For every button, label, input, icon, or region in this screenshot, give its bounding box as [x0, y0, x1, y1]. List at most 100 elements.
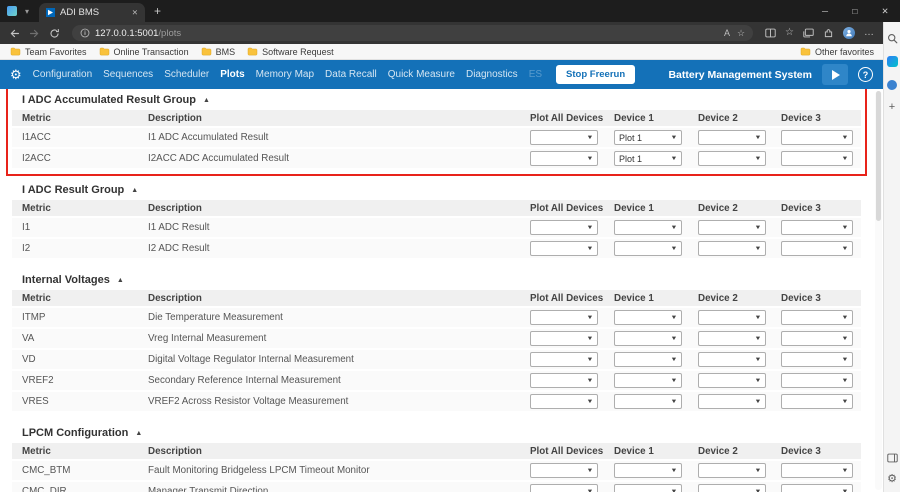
device-1-select[interactable]: ▼ [614, 484, 682, 492]
stop-freerun-button[interactable]: Stop Freerun [556, 65, 635, 84]
table-row: ITMPDie Temperature Measurement▼▼▼▼ [12, 308, 861, 329]
split-screen-icon[interactable] [765, 28, 776, 38]
bookmark-item[interactable]: Team Favorites [4, 44, 93, 59]
url-field[interactable]: 127.0.0.1:5001/plots A ☆ [72, 25, 753, 41]
device-2-select[interactable]: ▼ [698, 130, 766, 145]
other-favorites[interactable]: Other favorites [800, 47, 879, 57]
device-1-select[interactable]: Plot 1▼ [614, 151, 682, 166]
workspaces-icon[interactable] [7, 6, 17, 16]
run-play-button[interactable] [822, 64, 848, 85]
plot-all-devices-select[interactable]: ▼ [530, 151, 598, 166]
search-icon[interactable] [886, 32, 899, 45]
device-2-select[interactable]: ▼ [698, 310, 766, 325]
bookmark-item[interactable]: BMS [195, 44, 242, 59]
plot-all-devices-select[interactable]: ▼ [530, 484, 598, 492]
nav-item-data-recall[interactable]: Data Recall [325, 69, 377, 80]
forward-icon[interactable] [29, 28, 40, 39]
nav-item-sequences[interactable]: Sequences [103, 69, 153, 80]
device-3-select[interactable]: ▼ [781, 394, 853, 409]
collections-icon[interactable] [803, 28, 814, 38]
device-3-select[interactable]: ▼ [781, 220, 853, 235]
bookmark-item[interactable]: Software Request [241, 44, 340, 59]
plot-all-devices-select[interactable]: ▼ [530, 130, 598, 145]
device-2-select[interactable]: ▼ [698, 373, 766, 388]
tab-actions-caret-icon[interactable]: ▾ [25, 7, 29, 16]
bookmark-item[interactable]: Online Transaction [93, 44, 195, 59]
browser-tab[interactable]: ADI BMS ✕ [39, 3, 145, 22]
nav-item-configuration[interactable]: Configuration [33, 69, 92, 80]
extensions-puzzle-icon[interactable] [823, 28, 834, 39]
nav-item-es[interactable]: ES [529, 69, 542, 80]
more-menu-icon[interactable]: … [864, 28, 874, 38]
sidebar-app-icon[interactable] [886, 78, 899, 91]
device-2-select[interactable]: ▼ [698, 331, 766, 346]
device-2-select[interactable]: ▼ [698, 151, 766, 166]
plot-all-devices-select[interactable]: ▼ [530, 373, 598, 388]
device-3-select[interactable]: ▼ [781, 463, 853, 478]
device-3-select[interactable]: ▼ [781, 373, 853, 388]
group-header[interactable]: LPCM Configuration▲ [12, 425, 861, 443]
nav-item-memory-map[interactable]: Memory Map [256, 69, 314, 80]
device-3-select[interactable]: ▼ [781, 331, 853, 346]
site-info-icon[interactable] [80, 28, 90, 38]
device-1-select[interactable]: ▼ [614, 331, 682, 346]
plot-all-devices-select[interactable]: ▼ [530, 463, 598, 478]
plot-all-devices-select[interactable]: ▼ [530, 241, 598, 256]
nav-item-plots[interactable]: Plots [220, 69, 244, 80]
sidebar-panel-icon[interactable] [886, 451, 899, 464]
plot-all-devices-select[interactable]: ▼ [530, 220, 598, 235]
device-1-select[interactable]: Plot 1▼ [614, 130, 682, 145]
device-2-select[interactable]: ▼ [698, 220, 766, 235]
tab-close-icon[interactable]: ✕ [132, 8, 138, 17]
add-icon[interactable]: + [886, 101, 899, 114]
table-row: VAVreg Internal Measurement▼▼▼▼ [12, 329, 861, 350]
favorites-star-icon[interactable]: ☆ [785, 28, 794, 38]
sidebar-settings-gear-icon[interactable]: ⚙ [886, 473, 899, 486]
group-header[interactable]: I ADC Accumulated Result Group▲ [12, 92, 861, 110]
copilot-icon[interactable] [886, 55, 899, 68]
device-3-select[interactable]: ▼ [781, 241, 853, 256]
nav-item-scheduler[interactable]: Scheduler [164, 69, 209, 80]
device-2-select[interactable]: ▼ [698, 241, 766, 256]
scrollbar-thumb[interactable] [876, 91, 881, 221]
close-button[interactable]: ✕ [870, 0, 900, 22]
column-header: Device 2 [696, 203, 779, 214]
group-header[interactable]: I ADC Result Group▲ [12, 182, 861, 200]
add-favorite-star-icon[interactable]: ☆ [737, 28, 745, 39]
new-tab-button[interactable]: + [154, 4, 161, 18]
device-3-select[interactable]: ▼ [781, 151, 853, 166]
device-1-select[interactable]: ▼ [614, 463, 682, 478]
read-aloud-icon[interactable]: A [724, 28, 730, 38]
device-2-select[interactable]: ▼ [698, 352, 766, 367]
device-2-select[interactable]: ▼ [698, 484, 766, 492]
settings-gear-icon[interactable]: ⚙ [10, 68, 22, 81]
plot-all-devices-select[interactable]: ▼ [530, 310, 598, 325]
group-header[interactable]: Internal Voltages▲ [12, 272, 861, 290]
minimize-button[interactable]: ─ [810, 0, 840, 22]
back-icon[interactable] [9, 28, 20, 39]
group-title: LPCM Configuration [22, 427, 128, 439]
page-scrollbar[interactable] [875, 91, 882, 490]
plot-all-devices-select[interactable]: ▼ [530, 331, 598, 346]
device-2-select[interactable]: ▼ [698, 394, 766, 409]
plot-all-devices-select[interactable]: ▼ [530, 352, 598, 367]
device-1-select[interactable]: ▼ [614, 394, 682, 409]
maximize-button[interactable]: □ [840, 0, 870, 22]
plot-all-devices-select[interactable]: ▼ [530, 394, 598, 409]
device-2-select[interactable]: ▼ [698, 463, 766, 478]
profile-avatar[interactable] [843, 27, 855, 39]
device-1-select[interactable]: ▼ [614, 310, 682, 325]
refresh-icon[interactable] [49, 28, 60, 39]
device-1-select[interactable]: ▼ [614, 220, 682, 235]
device-1-select[interactable]: ▼ [614, 352, 682, 367]
device-1-select[interactable]: ▼ [614, 373, 682, 388]
nav-item-quick-measure[interactable]: Quick Measure [388, 69, 455, 80]
device-3-select[interactable]: ▼ [781, 130, 853, 145]
help-button[interactable]: ? [858, 67, 873, 82]
device-3-select[interactable]: ▼ [781, 352, 853, 367]
device-1-select[interactable]: ▼ [614, 241, 682, 256]
select-cell: Plot 1▼ [612, 151, 696, 166]
nav-item-diagnostics[interactable]: Diagnostics [466, 69, 518, 80]
device-3-select[interactable]: ▼ [781, 310, 853, 325]
device-3-select[interactable]: ▼ [781, 484, 853, 492]
